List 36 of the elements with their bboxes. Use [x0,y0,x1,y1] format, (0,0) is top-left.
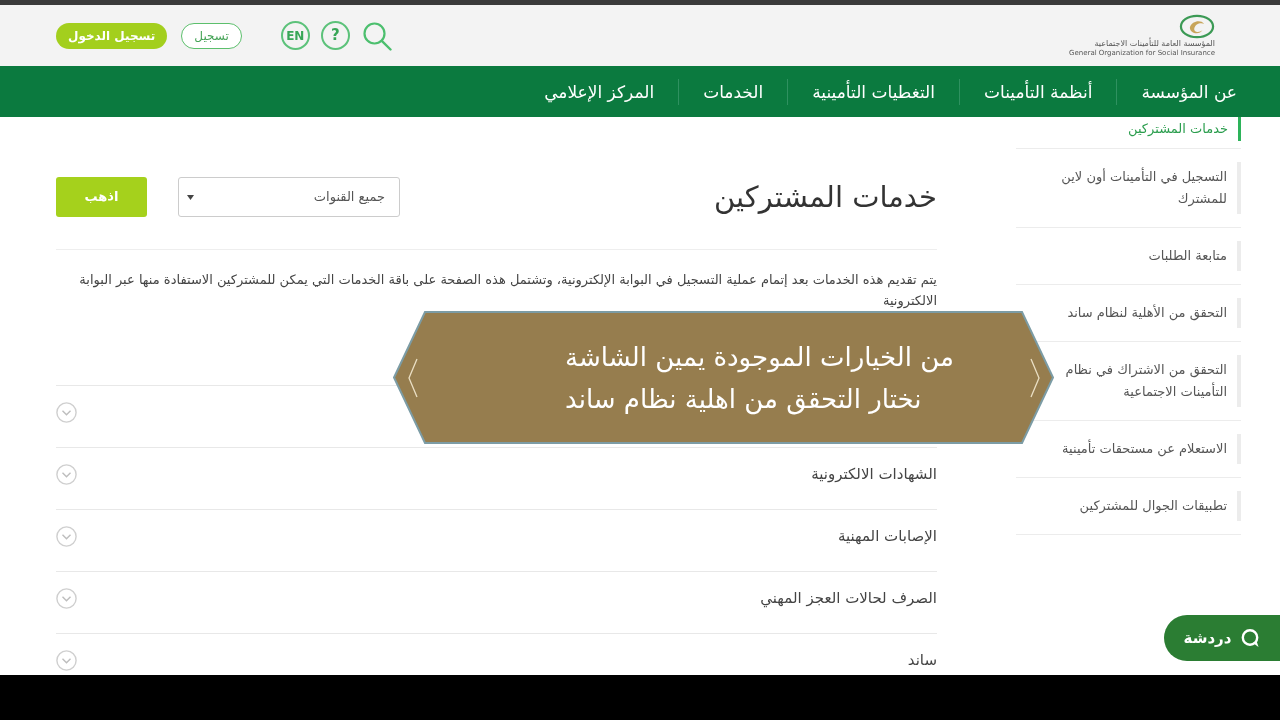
chevron-down-icon[interactable] [56,588,77,609]
intro-paragraph: يتم تقديم هذه الخدمات بعد إتمام عملية التسجيل في البوابة الإلكترونية، وتشتمل هذه الصفحة على باقة الخدمات التي يمكن للمشتركين الاستفادة منها عبر البوابة الالكترونية [78,271,937,311]
sidebar-link[interactable]: متابعة الطلبات [1054,241,1241,271]
accordion-title[interactable]: الشهادات الالكترونية [811,461,937,487]
caption-text: من الخيارات الموجودة يمين الشاشة [565,340,954,375]
logo-emblem-icon [1179,13,1215,39]
caret-down-icon [187,194,194,200]
channel-select[interactable]: جميع القنوات [178,177,400,217]
nav-link[interactable]: المركز الإعلامي [520,78,679,105]
chevron-right-icon [1030,358,1040,398]
nav-link[interactable]: الخدمات [679,78,788,105]
help-button[interactable]: ? [320,21,350,50]
chevron-down-icon[interactable] [56,464,77,485]
sidebar-link[interactable]: التسجيل في التأمينات أون لاين للمشترك [1054,162,1241,214]
caption-text: نختار التحقق من اهلية نظام ساند [565,382,922,417]
nav-link[interactable]: أنظمة التأمينات [959,78,1117,105]
accordion-title[interactable]: ساند [907,647,937,673]
sidebar-link[interactable]: تطبيقات الجوال للمشتركين [1054,491,1241,521]
chevron-left-icon [408,358,418,398]
search-icon[interactable] [361,20,392,51]
sidebar-link[interactable]: الاستعلام عن مستحقات تأمينية [1054,434,1241,464]
chevron-down-icon[interactable] [56,650,77,671]
chevron-down-icon[interactable] [56,526,77,547]
sidebar-link[interactable]: خدمات المشتركين [1054,117,1241,141]
chat-icon [1241,628,1261,648]
language-button[interactable]: EN [280,21,310,50]
accordion-title[interactable]: الصرف لحالات العجز المهني [760,585,937,611]
nav-link[interactable]: التغطيات التأمينية [788,78,959,105]
sidebar-link[interactable]: التحقق من الأهلية لنظام ساند [1054,298,1241,328]
chat-button[interactable]: دردشة [1164,615,1280,661]
page-title: خدمات المشتركين [714,179,937,216]
register-button[interactable]: تسجيل [181,22,242,49]
chevron-down-icon[interactable] [56,402,77,423]
nav-link[interactable]: عن المؤسسة [1117,78,1237,105]
logo-name-arabic: المؤسسة العامة للتأمينات الاجتماعية [1094,38,1215,49]
accordion-title[interactable]: الإصابات المهنية [837,523,937,549]
